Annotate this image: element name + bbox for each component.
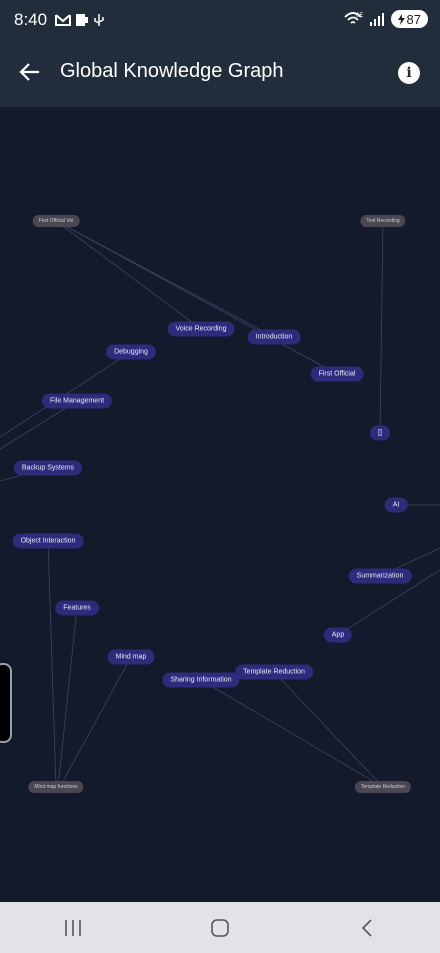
knowledge-graph-canvas[interactable]: First Official Voi Text Recording Voice … [0, 107, 440, 902]
info-icon: i [406, 65, 412, 81]
graph-node-first-official-voi[interactable]: First Official Voi [32, 215, 80, 227]
status-time: 8:40 [14, 10, 48, 29]
signal-icon [369, 13, 384, 26]
back-icon [361, 918, 372, 937]
home-icon [211, 918, 229, 937]
graph-node-first-official[interactable]: First Official [310, 366, 364, 382]
edge-panel-handle[interactable] [0, 663, 12, 743]
status-right: 6E 87 [343, 10, 428, 28]
graph-node-backup-systems[interactable]: Backup Systems [13, 460, 83, 476]
graph-edge [59, 656, 132, 788]
info-button[interactable]: i [398, 62, 420, 84]
graph-node-template-reduction-2[interactable]: Template Reduction [354, 781, 412, 793]
graph-node-summarization[interactable]: Summarization [348, 568, 412, 584]
graph-edge [57, 607, 78, 788]
graph-edge [273, 671, 384, 788]
graph-node-introduction[interactable]: Introduction [247, 329, 301, 345]
graph-node-voice-recording[interactable]: Voice Recording [167, 321, 235, 337]
battery-indicator: 87 [390, 10, 428, 28]
status-bar: 8:40 6E 87 [0, 0, 440, 40]
graph-node-file-management[interactable]: File Management [41, 393, 113, 409]
back-arrow-icon[interactable] [18, 60, 42, 84]
notification-icons [55, 13, 105, 27]
battery-level: 87 [406, 11, 421, 27]
app-bar: Global Knowledge Graph i [0, 40, 440, 107]
graph-node-mind-map[interactable]: Mind map [107, 649, 155, 665]
system-nav-bar [0, 902, 440, 953]
graph-edge [47, 540, 57, 788]
graph-node-text-recording[interactable]: Text Recording [360, 215, 406, 227]
graph-node-ai[interactable]: AI [384, 497, 408, 513]
home-button[interactable] [200, 908, 240, 948]
back-button[interactable] [347, 908, 387, 948]
usb-icon [94, 14, 104, 26]
graph-node-features[interactable]: Features [55, 600, 99, 616]
graph-node-mind-map-functions[interactable]: Mind map functions [28, 781, 84, 793]
recents-icon [65, 919, 82, 936]
graph-edge [200, 679, 384, 788]
gmail-icon [55, 14, 72, 26]
graph-edge [59, 222, 338, 375]
wifi-icon: 6E [343, 12, 363, 24]
graph-node-debugging[interactable]: Debugging [106, 344, 156, 360]
graph-node-template-reduction[interactable]: Template Reduction [235, 664, 313, 680]
network-label: 6E [356, 13, 363, 19]
app-notification-icon [76, 14, 89, 26]
graph-node-app[interactable]: App [323, 627, 353, 643]
graph-node-object-interaction[interactable]: Object Interaction [12, 533, 84, 549]
page-title: Global Knowledge Graph [60, 60, 284, 82]
graph-edge [55, 220, 202, 330]
recents-button[interactable] [53, 908, 93, 948]
graph-node-box[interactable]: [] [370, 425, 390, 441]
graph-edge [379, 220, 384, 434]
graph-node-sharing-information[interactable]: Sharing Information [162, 672, 240, 688]
charging-icon [397, 13, 405, 25]
